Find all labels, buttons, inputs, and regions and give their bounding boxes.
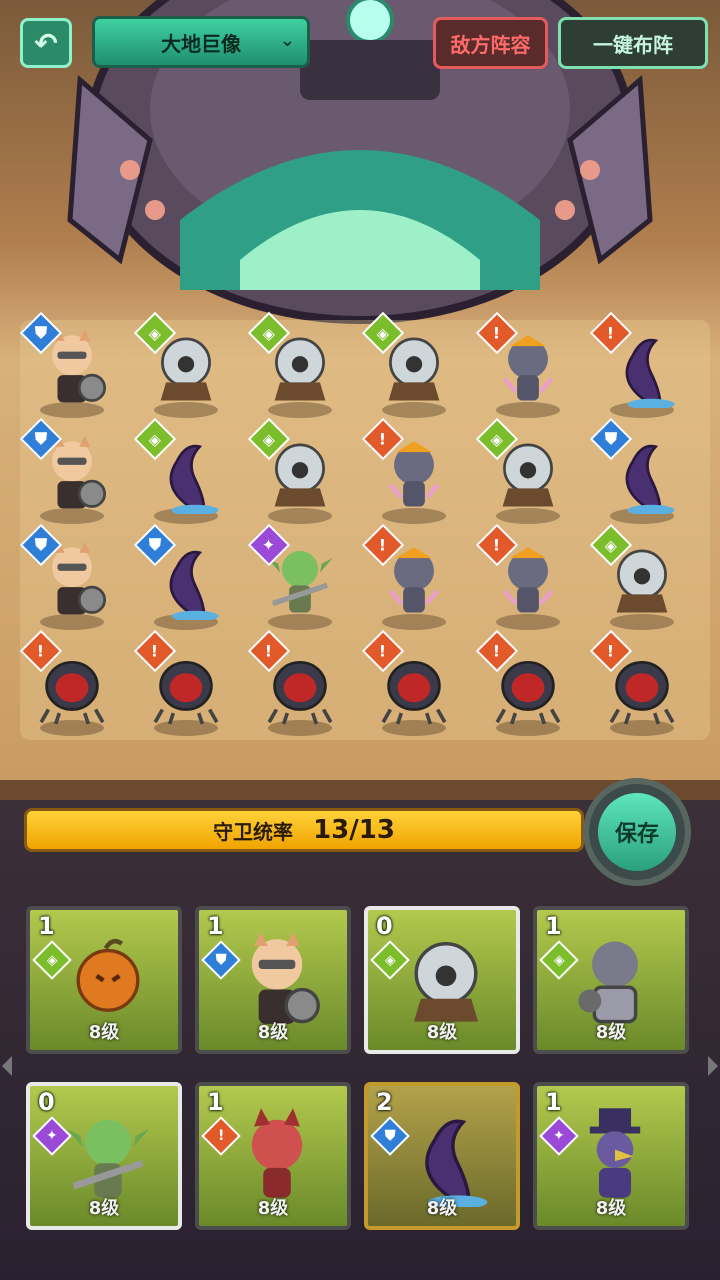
back-button[interactable]: ↶	[20, 18, 72, 68]
card-level: 8级	[426, 1022, 458, 1043]
back-arrow-icon: ↶	[34, 26, 58, 60]
card-cost: 0	[376, 912, 393, 940]
auto-deploy-button[interactable]: 一键布阵	[558, 17, 708, 69]
board-unit-shadow-tentacle[interactable]: !	[589, 311, 684, 420]
save-button[interactable]: 保存	[583, 778, 691, 886]
board-unit-red-beetle[interactable]: !	[19, 629, 114, 738]
unit-card-armored-cat[interactable]: 1 ◈ 8级	[533, 906, 689, 1054]
unit-card-red-wolf[interactable]: 1! 8级	[195, 1082, 351, 1230]
guard-capacity-label: 守卫统率	[213, 819, 294, 844]
double-chevron-down-icon: ⌄	[279, 30, 295, 51]
unit-card-eyeball-turret[interactable]: 0 ◈ 8级	[364, 906, 520, 1054]
card-level: 8级	[88, 1022, 120, 1043]
board-unit-red-beetle[interactable]: !	[475, 629, 570, 738]
card-level: 8级	[595, 1022, 627, 1043]
card-cost: 2	[376, 1088, 393, 1116]
board-unit-cat-warrior[interactable]: ⛊	[19, 417, 114, 526]
card-cost: 0	[38, 1088, 55, 1116]
board-unit-dark-wolf[interactable]: !	[361, 417, 456, 526]
board-unit-eyeball-turret[interactable]: ◈	[247, 417, 342, 526]
board-unit-eyeball-turret[interactable]: ◈	[589, 523, 684, 632]
unit-card-crow-wizard[interactable]: 1 ✦ 8级	[533, 1082, 689, 1230]
boss-select-dropdown[interactable]: 大地巨像 ⌄	[92, 16, 310, 68]
card-cost: 1	[207, 1088, 224, 1116]
card-level: 8级	[426, 1198, 458, 1219]
card-cost: 1	[38, 912, 55, 940]
board-unit-eyeball-turret[interactable]: ◈	[133, 311, 228, 420]
board-unit-goblin-mechanic[interactable]: ✦	[247, 523, 342, 632]
board-unit-shadow-tentacle[interactable]: ⛊	[133, 523, 228, 632]
guard-capacity-value: 13/13	[313, 815, 395, 845]
guard-capacity-bar: 守卫统率 13/13	[24, 808, 584, 852]
save-button-label: 保存	[598, 793, 676, 871]
board-unit-dark-wolf[interactable]: !	[361, 523, 456, 632]
board-unit-eyeball-turret[interactable]: ◈	[247, 311, 342, 420]
card-cost: 1	[207, 912, 224, 940]
board-unit-red-beetle[interactable]: !	[361, 629, 456, 738]
enemy-lineup-button[interactable]: 敌方阵容	[433, 17, 548, 69]
unit-card-pumpkin-brute[interactable]: 1 ◈ 8级	[26, 906, 182, 1054]
board-unit-cat-warrior[interactable]: ⛊	[19, 523, 114, 632]
unit-card-cat-warrior[interactable]: 1 ⛊ 8级	[195, 906, 351, 1054]
card-level: 8级	[595, 1198, 627, 1219]
card-cost: 1	[545, 1088, 562, 1116]
board-unit-red-beetle[interactable]: !	[247, 629, 342, 738]
unit-card-goblin-mechanic[interactable]: 0 ✦ 8级	[26, 1082, 182, 1230]
board-unit-red-beetle[interactable]: !	[133, 629, 228, 738]
boss-name: 大地巨像	[161, 31, 241, 56]
card-level: 8级	[257, 1198, 289, 1219]
unit-card-shadow-tentacle[interactable]: 2 ⛊ 8级	[364, 1082, 520, 1230]
board-unit-shadow-tentacle[interactable]: ◈	[133, 417, 228, 526]
board-unit-eyeball-turret[interactable]: ◈	[361, 311, 456, 420]
scroll-right-icon[interactable]	[708, 1056, 718, 1076]
board-unit-shadow-tentacle[interactable]: ⛊	[589, 417, 684, 526]
board-unit-dark-wolf[interactable]: !	[475, 523, 570, 632]
card-level: 8级	[257, 1022, 289, 1043]
board-unit-red-beetle[interactable]: !	[589, 629, 684, 738]
board-unit-cat-warrior[interactable]: ⛊	[19, 311, 114, 420]
board-unit-dark-wolf[interactable]: !	[475, 311, 570, 420]
card-level: 8级	[88, 1198, 120, 1219]
card-cost: 1	[545, 912, 562, 940]
board-unit-eyeball-turret[interactable]: ◈	[475, 417, 570, 526]
scroll-left-icon[interactable]	[2, 1056, 12, 1076]
